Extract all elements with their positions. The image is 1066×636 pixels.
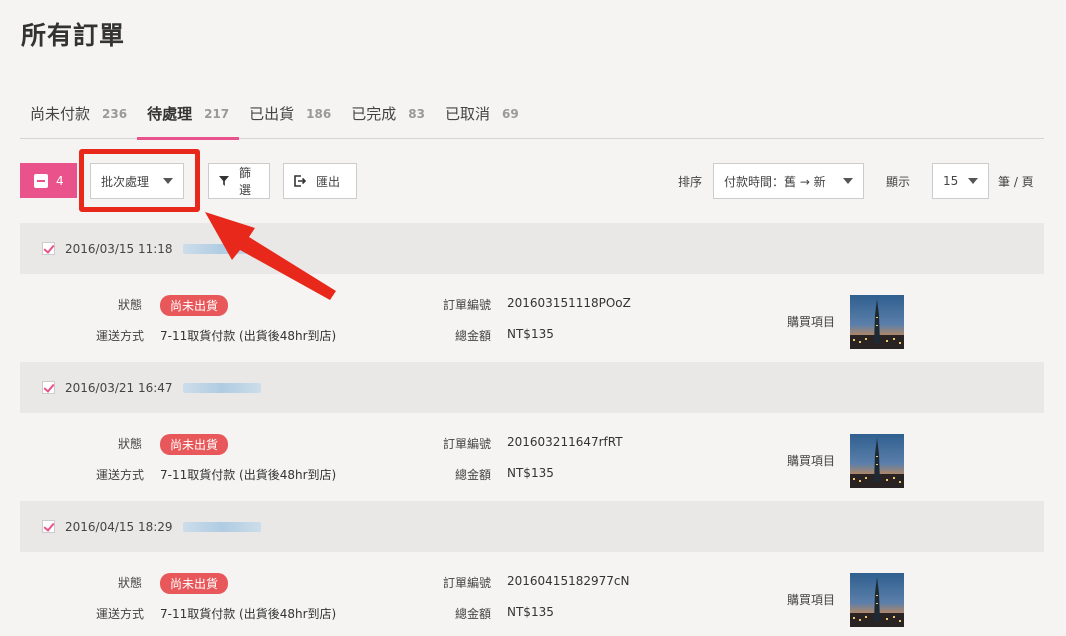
total-label: 總金額 (455, 607, 492, 621)
checkbox-checked-icon[interactable] (42, 520, 55, 533)
redacted-customer (182, 521, 261, 532)
show-label: 顯示 (886, 175, 911, 189)
sort-label: 排序 (678, 175, 703, 189)
items-label: 購買項目 (787, 315, 836, 329)
tab-count: 236 (102, 106, 128, 121)
caret-down-icon (968, 178, 978, 184)
status-label: 狀態 (118, 298, 143, 312)
order-number[interactable]: 201603211647rfRT (507, 435, 623, 449)
total-label: 總金額 (455, 468, 492, 482)
order-total: NT$135 (507, 327, 554, 341)
shipping-label: 運送方式 (96, 468, 145, 482)
order-total: NT$135 (507, 466, 554, 480)
status-badge: 尚未出貨 (160, 434, 229, 455)
toolbar: 4 批次處理 篩選 匯出 排序 付款時間：舊 → 新 顯示 15 筆 / 頁 (20, 149, 1044, 212)
tab-count: 83 (408, 106, 425, 121)
tab-cancelled[interactable]: 已取消 69 (435, 88, 529, 139)
order-card: 2016/03/15 11:18 狀態 尚未出貨 運送方式 7-11取貨付款 (… (20, 223, 1044, 362)
items-label: 購買項目 (787, 454, 836, 468)
shipping-method: 7-11取貨付款 (出貨後48hr到店) (160, 329, 337, 343)
filter-label: 篩選 (239, 166, 252, 197)
selected-count: 4 (56, 173, 64, 188)
shipping-label: 運送方式 (96, 329, 145, 343)
tab-count: 186 (306, 106, 332, 121)
redacted-customer (182, 243, 261, 254)
page-title: 所有訂單 (21, 21, 126, 50)
order-number[interactable]: 201603151118POoZ (507, 296, 631, 310)
export-icon (294, 175, 306, 187)
order-header: 2016/03/15 11:18 (20, 223, 1044, 274)
tab-count: 217 (204, 106, 230, 121)
tab-label: 已完成 (351, 105, 397, 123)
order-date: 2016/04/15 18:29 (65, 519, 173, 534)
order-body: 狀態 尚未出貨 運送方式 7-11取貨付款 (出貨後48hr到店) 訂單編號 2… (20, 413, 1044, 501)
minus-checkbox-icon (34, 173, 48, 188)
order-no-label: 訂單編號 (443, 576, 492, 590)
order-body: 狀態 尚未出貨 運送方式 7-11取貨付款 (出貨後48hr到店) 訂單編號 2… (20, 274, 1044, 362)
order-card: 2016/03/21 16:47 狀態 尚未出貨 運送方式 7-11取貨付款 (… (20, 362, 1044, 501)
tab-label: 尚未付款 (30, 105, 91, 123)
shipping-method: 7-11取貨付款 (出貨後48hr到店) (160, 607, 337, 621)
order-card: 2016/04/15 18:29 狀態 尚未出貨 運送方式 7-11取貨付款 (… (20, 501, 1044, 636)
order-number[interactable]: 20160415182977cN (507, 574, 629, 588)
shipping-method: 7-11取貨付款 (出貨後48hr到店) (160, 468, 337, 482)
order-no-label: 訂單編號 (443, 437, 492, 451)
order-total: NT$135 (507, 605, 554, 619)
export-label: 匯出 (316, 174, 341, 189)
tab-label: 待處理 (147, 105, 193, 123)
order-header: 2016/03/21 16:47 (20, 362, 1044, 413)
tab-label: 已取消 (444, 105, 490, 123)
order-header: 2016/04/15 18:29 (20, 501, 1044, 552)
select-all-button[interactable]: 4 (20, 163, 77, 198)
status-badge: 尚未出貨 (160, 295, 229, 316)
order-date: 2016/03/15 11:18 (65, 241, 173, 256)
tab-completed[interactable]: 已完成 83 (341, 88, 435, 139)
tab-label: 已出貨 (249, 105, 295, 123)
order-date: 2016/03/21 16:47 (65, 380, 173, 395)
caret-down-icon (843, 178, 853, 184)
order-body: 狀態 尚未出貨 運送方式 7-11取貨付款 (出貨後48hr到店) 訂單編號 2… (20, 552, 1044, 636)
shipping-label: 運送方式 (96, 607, 145, 621)
product-thumbnail[interactable] (850, 434, 904, 488)
filter-icon (219, 176, 229, 186)
status-badge: 尚未出貨 (160, 573, 229, 594)
tab-unpaid[interactable]: 尚未付款 236 (20, 88, 137, 139)
items-label: 購買項目 (787, 593, 836, 607)
checkbox-checked-icon[interactable] (42, 381, 55, 394)
product-thumbnail[interactable] (850, 295, 904, 349)
annotation-highlight-box (79, 149, 200, 212)
tab-count: 69 (501, 106, 519, 121)
status-label: 狀態 (118, 437, 143, 451)
checkbox-checked-icon[interactable] (42, 242, 55, 255)
product-thumbnail[interactable] (850, 573, 904, 627)
filter-button[interactable]: 篩選 (208, 163, 270, 199)
per-page-dropdown[interactable]: 15 (932, 163, 989, 199)
per-page-value: 15 (943, 174, 959, 188)
sort-dropdown[interactable]: 付款時間：舊 → 新 (713, 163, 864, 199)
order-no-label: 訂單編號 (443, 298, 492, 312)
per-page-unit: 筆 / 頁 (998, 175, 1034, 189)
redacted-customer (182, 382, 261, 393)
sort-value: 付款時間：舊 → 新 (724, 174, 826, 189)
total-label: 總金額 (455, 329, 492, 343)
status-label: 狀態 (118, 576, 143, 590)
export-button[interactable]: 匯出 (283, 163, 357, 199)
tab-pending[interactable]: 待處理 217 (137, 88, 240, 140)
order-status-tabs: 尚未付款 236 待處理 217 已出貨 186 已完成 83 已取消 69 (20, 88, 1044, 140)
tab-shipped[interactable]: 已出貨 186 (239, 88, 341, 139)
